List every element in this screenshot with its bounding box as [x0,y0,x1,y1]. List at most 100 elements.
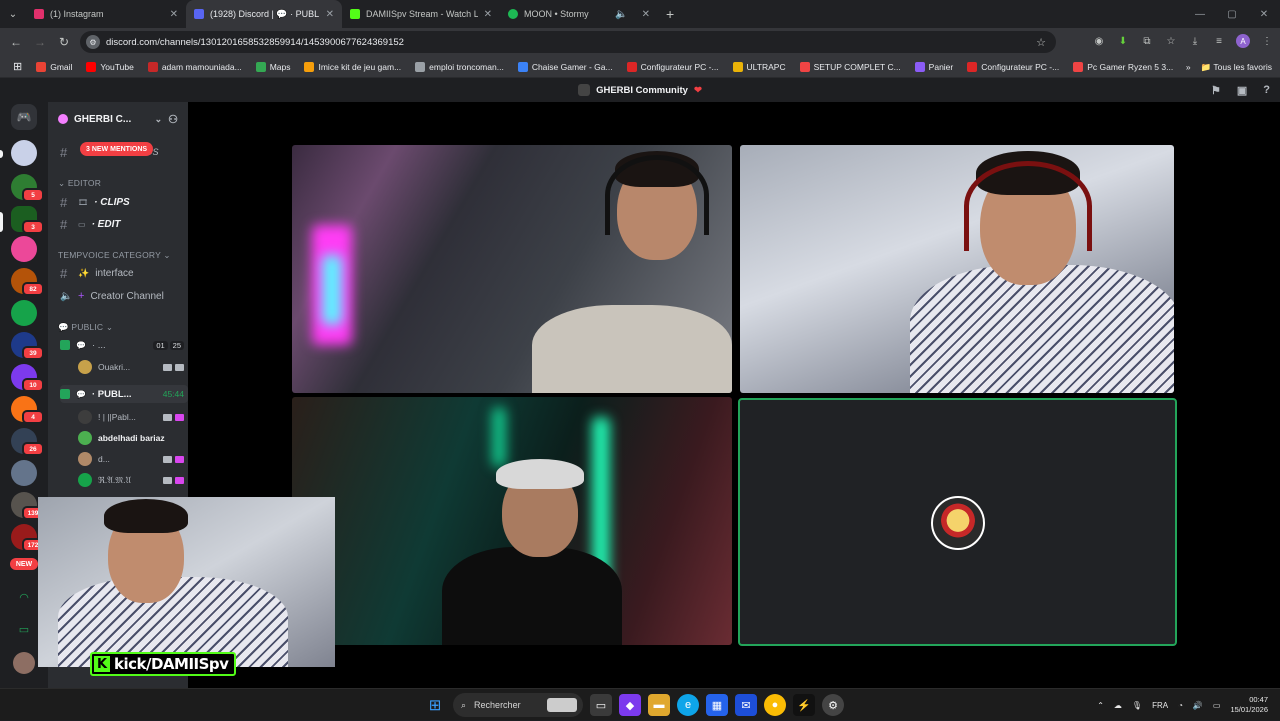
bookmark-item[interactable]: ULTRAPC [726,61,793,72]
apps-icon[interactable]: ⊞ [6,60,29,73]
mute-icon[interactable]: 🔈 [615,9,627,20]
bookmark-item[interactable]: adam mamouniada... [141,61,249,72]
omnibox[interactable]: ⚙ discord.com/channels/13012016585328599… [80,31,1056,53]
bookmark-item[interactable]: Gmail [29,61,79,72]
downloads-icon[interactable]: ⤓ [1188,33,1202,49]
new-unreads-badge[interactable]: NEW [10,558,38,570]
download-extension-icon[interactable]: ⬇ [1116,33,1130,49]
video-tile[interactable] [292,397,732,645]
outlook-icon[interactable]: ✉ [735,694,757,716]
tray-chevron-icon[interactable]: ⌃ [1097,701,1104,710]
voice-user[interactable]: ! | ||Pabl... [78,408,188,426]
bookmark-item[interactable]: Configurateur PC -... [960,61,1066,72]
close-tab-icon[interactable]: ✕ [326,9,334,20]
microphone-icon[interactable]: 🎙 [1132,701,1142,710]
rss-icon[interactable]: ◠ [11,584,37,610]
bookmark-item[interactable]: Imice kit de jeu gam... [297,61,408,72]
bookmark-star-icon[interactable]: ☆ [1036,36,1046,49]
flag-icon[interactable]: ⚑ [1211,84,1221,97]
channel-clips[interactable]: # 🎞 · CLIPS [48,192,188,212]
forward-button[interactable]: → [28,30,52,54]
server-icon[interactable] [11,140,37,166]
bookmark-item[interactable]: Pc Gamer Ryzen 5 3... [1066,61,1180,72]
volume-icon[interactable]: 🔊 [1193,701,1203,710]
guild-header[interactable]: GHERBI C... ⌄ ⚇ [48,102,188,136]
invite-icon[interactable]: ⚇ [168,113,178,126]
bookmark-item[interactable]: YouTube [79,61,140,72]
video-tile-camera-off[interactable] [738,398,1177,646]
chrome-icon[interactable]: ● [764,694,786,716]
media-icon[interactable]: ≡ [1212,33,1226,49]
voice-user[interactable]: ℜ.𝔄.𝔐.𝔘 [78,471,188,489]
bookmark-item[interactable]: emploi troncoman... [408,61,511,72]
maximize-button[interactable]: ▢ [1216,0,1248,28]
inbox-icon[interactable]: ▣ [1237,84,1247,97]
more-bookmarks-icon[interactable]: » [1186,62,1191,72]
download-apps-icon[interactable]: ▭ [11,616,37,642]
file-explorer-icon[interactable]: ▬ [648,694,670,716]
close-tab-icon[interactable]: ✕ [484,9,492,20]
voice-channel-active[interactable]: 💬 · PUBL... 45:44 [60,385,188,403]
onedrive-icon[interactable]: ☁ [1114,701,1122,710]
wifi-icon[interactable]: ◔ [1178,701,1183,710]
all-favorites[interactable]: 📁 Tous les favoris [1201,62,1272,73]
close-tab-icon[interactable]: ✕ [170,9,178,20]
close-tab-icon[interactable]: ✕ [642,9,650,20]
store-icon[interactable]: ▦ [706,694,728,716]
capcut-icon[interactable]: ⚡ [793,694,815,716]
bookmark-item[interactable]: Configurateur PC -... [620,61,726,72]
user-avatar[interactable] [13,652,35,674]
new-tab-button[interactable]: + [658,6,682,22]
server-badge: 5 [22,188,44,202]
tab-discord[interactable]: (1928) Discord | 💬 · PUBL ✕ [186,0,342,28]
favorites-icon[interactable]: ☆ [1164,33,1178,49]
battery-icon[interactable]: ▭ [1213,701,1221,710]
close-window-button[interactable]: ✕ [1248,0,1280,28]
new-mentions-pill[interactable]: 3 NEW MENTIONS [80,142,154,156]
category-tempvoice[interactable]: TEMPVOICE CATEGORY ⌄ [58,250,171,261]
kick-logo: K [94,656,110,672]
tab-stormy[interactable]: MOON • Stormy 🔈 ✕ [500,0,658,28]
tab-kick-stream[interactable]: DAMIISpv Stream - Watch Live ✕ [342,0,500,28]
video-tile[interactable] [292,145,732,393]
extension-icon[interactable]: ◉ [1092,33,1106,49]
windows-start-icon[interactable]: ⊞ [424,694,446,716]
minimize-button[interactable]: — [1184,0,1216,28]
discord-home-icon[interactable]: 🎮 [11,104,37,130]
channel-interface[interactable]: # ✨ interface [48,263,188,283]
server-icon[interactable] [11,236,37,262]
voice-user[interactable]: Ouakri... [78,358,188,376]
task-view-icon[interactable]: ▭ [590,694,612,716]
user-status-icons [163,413,184,421]
voice-channel[interactable]: 💬 · ... 01 25 [60,336,188,354]
bookmark-item[interactable]: Panier [908,61,961,72]
bookmark-item[interactable]: Maps [249,61,298,72]
bookmark-label: Maps [269,61,291,72]
reload-button[interactable]: ↻ [52,30,76,54]
channel-creator[interactable]: 🔈 + Creator Channel [48,286,188,306]
help-icon[interactable]: ? [1263,84,1270,96]
category-editor[interactable]: ⌄ EDITOR [58,178,101,189]
voice-user[interactable]: abdelhadi bariaz [78,429,188,447]
server-icon[interactable] [11,460,37,486]
channel-edit[interactable]: # ▭ · EDIT [48,214,188,234]
bookmark-item[interactable]: Chaise Gamer - Ga... [511,61,620,72]
edge-icon[interactable]: e [677,694,699,716]
bookmark-item[interactable]: SETUP COMPLET C... [793,61,908,72]
category-public[interactable]: 💬 PUBLIC ⌄ [58,322,113,333]
back-button[interactable]: ← [4,30,28,54]
language-indicator[interactable]: FRA [1152,701,1168,710]
tab-search-icon[interactable]: ⌄ [0,0,26,28]
site-info-icon[interactable]: ⚙ [86,35,100,49]
puzzle-icon[interactable]: ⧉ [1140,33,1154,49]
app-icon[interactable]: ⚙ [822,694,844,716]
menu-icon[interactable]: ⋮ [1260,33,1274,49]
tab-instagram[interactable]: (1) Instagram ✕ [26,0,186,28]
server-icon[interactable] [11,300,37,326]
copilot-icon[interactable]: ◆ [619,694,641,716]
voice-user[interactable]: d... [78,450,188,468]
clock[interactable]: 00:47 15/01/2026 [1230,695,1268,715]
profile-avatar[interactable]: A [1236,34,1250,48]
taskbar-search[interactable]: ⌕ Rechercher [453,693,583,717]
video-tile[interactable] [740,145,1174,393]
